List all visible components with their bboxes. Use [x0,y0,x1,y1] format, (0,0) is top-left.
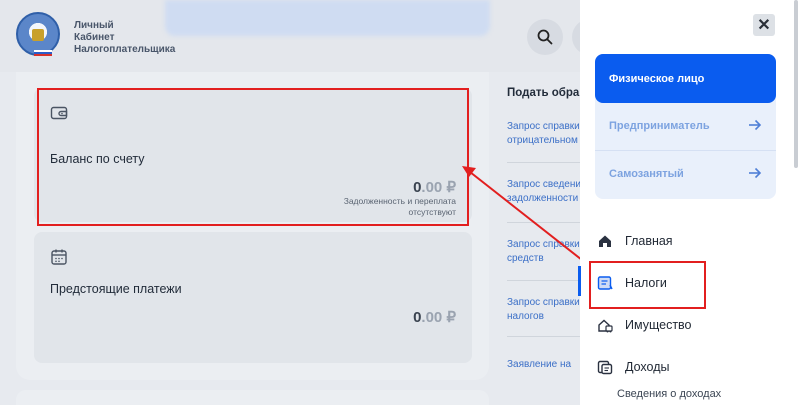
highlight-box-balance [37,88,469,226]
close-icon: ✕ [757,17,771,34]
divider [507,222,580,223]
navigation-drawer: ✕ Физическое лицо Предприниматель Самоза… [580,0,800,405]
brand-line-1: Личный [74,20,114,31]
segment-self-employed[interactable]: Самозанятый [595,151,776,197]
nav-income-label: Доходы [625,360,670,374]
brand-title[interactable]: Личный Кабинет Налогоплательщика [74,20,175,56]
nav-item-income[interactable]: Доходы [597,354,669,380]
top-bar: Личный Кабинет Налогоплательщика [0,0,580,72]
drawer-scrollbar[interactable] [794,0,798,168]
divider [507,336,580,337]
request-link-2-line-2: задолженности [507,193,579,204]
upcoming-title: Предстоящие платежи [50,282,182,296]
request-link-4-line-2: налогов [507,311,544,322]
nav-item-property[interactable]: Имущество [597,312,692,338]
upcoming-amount-dec: .00 ₽ [421,309,456,326]
account-type-selector: Физическое лицо Предприниматель Самозаня… [595,54,776,199]
submit-request-column: Подать обращение Запрос справки об отриц… [498,72,580,405]
segment-individual-label: Физическое лицо [609,72,705,85]
request-link-4[interactable]: Запрос справки о налогов [507,296,580,324]
nav-main-label: Главная [625,234,673,248]
property-icon [598,319,613,333]
segment-entrepreneur-label: Предприниматель [609,120,710,132]
request-link-3-line-2: средств [507,253,544,264]
search-icon [537,29,553,45]
upcoming-amount: 0.00 ₽ [413,308,456,326]
request-link-1[interactable]: Запрос справки об отрицательном [507,120,580,148]
request-link-5[interactable]: Заявление на [507,358,580,372]
highlight-box-taxes [589,261,706,309]
blurred-header-banner [165,0,490,36]
header-action-button[interactable] [572,19,580,55]
request-link-1-line-1: Запрос справки об [507,121,580,132]
request-link-3-line-1: Запрос справки о [507,239,580,250]
segment-individual[interactable]: Физическое лицо [595,54,776,103]
submit-request-title: Подать обращение [507,87,580,99]
home-icon [599,235,611,247]
nav-property-label: Имущество [625,318,692,332]
brand-line-3: Налогоплательщика [74,44,176,55]
nav-subitem-income-info[interactable]: Сведения о доходах [617,388,721,400]
brand-line-2: Кабинет [74,32,115,43]
upcoming-payments-card[interactable]: Предстоящие платежи 0.00 ₽ [34,232,472,363]
request-link-3[interactable]: Запрос справки о средств [507,238,580,266]
segment-self-employed-label: Самозанятый [609,168,684,180]
request-link-1-line-2: отрицательном [507,135,578,146]
arrow-right-icon [749,119,762,131]
divider [507,280,580,281]
close-button[interactable]: ✕ [753,14,775,36]
nav-item-main[interactable]: Главная [597,228,673,254]
calendar-icon [51,249,67,265]
flag-icon [34,50,52,56]
request-link-2-line-1: Запрос сведений о [507,179,580,190]
request-link-2[interactable]: Запрос сведений о задолженности [507,178,580,206]
active-nav-indicator [578,266,581,296]
segment-entrepreneur[interactable]: Предприниматель [595,103,776,149]
search-button[interactable] [527,19,563,55]
arrow-right-icon [749,167,762,179]
request-link-5-line-1: Заявление на [507,359,572,370]
divider [507,162,580,163]
income-icon [597,360,613,375]
request-link-4-line-1: Запрос справки о [507,297,580,308]
next-panel-edge [16,390,489,405]
